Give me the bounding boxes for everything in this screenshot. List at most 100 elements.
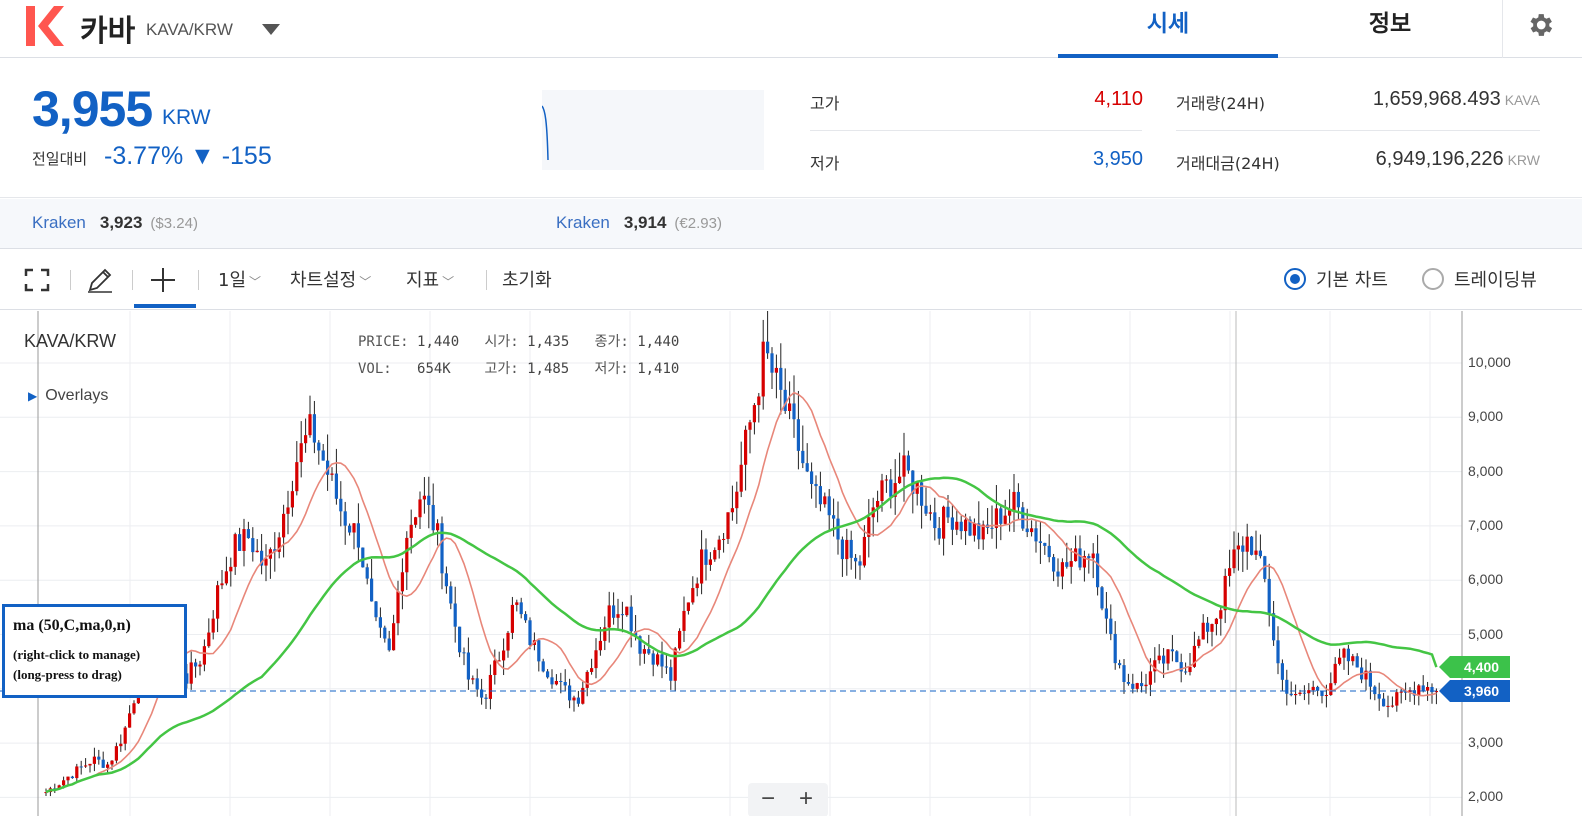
candle-body	[1003, 515, 1007, 524]
price-chart[interactable]: KAVA/KRW ▶ Overlays PRICE: 1,440 시가: 1,43…	[0, 311, 1582, 816]
chart-settings-menu[interactable]: 차트설정 ﹀	[290, 266, 371, 292]
candle-body	[1118, 663, 1122, 666]
indicators-menu[interactable]: 지표 ﹀	[406, 266, 454, 292]
divider	[1176, 130, 1540, 131]
candle-body	[1113, 633, 1117, 664]
candle-body	[295, 462, 299, 492]
candle-body	[1342, 648, 1346, 658]
price-summary: 3,955 KRW 전일대비 -3.77% ▼ -155 고가 4,110 저가…	[0, 58, 1582, 198]
candle-body	[1091, 553, 1095, 559]
tradingview-label[interactable]: 트레이딩뷰	[1454, 266, 1537, 292]
candle-body	[761, 341, 765, 397]
candle-body	[1012, 491, 1016, 511]
candle-body	[1188, 666, 1192, 673]
candle-body	[1052, 557, 1056, 572]
candle-body	[1421, 685, 1425, 691]
candle-body	[590, 668, 594, 672]
candle-body	[1148, 671, 1152, 685]
ma-help: (right-click to manage) (long-press to d…	[13, 645, 176, 685]
candle-body	[1289, 693, 1293, 696]
settings-button[interactable]	[1502, 0, 1582, 58]
candle-body	[612, 605, 616, 618]
interval-select[interactable]: 1일 ﹀	[218, 266, 261, 292]
candle-body	[238, 534, 242, 551]
candle-body	[796, 419, 800, 451]
candle-body	[1307, 690, 1311, 694]
crosshair-icon[interactable]	[150, 267, 176, 293]
fullscreen-icon[interactable]	[24, 268, 50, 292]
candle-body	[1100, 587, 1104, 609]
last-tag-value: 3,960	[1464, 683, 1500, 699]
candle-body	[827, 496, 831, 516]
candle-body	[774, 367, 778, 373]
candle-body	[594, 650, 598, 669]
candle-body	[898, 476, 902, 484]
candle-body	[1025, 528, 1029, 533]
caret-right-icon: ▶	[28, 389, 38, 403]
candle-body	[370, 578, 374, 602]
candle-body	[1175, 651, 1179, 663]
candle-body	[304, 435, 308, 444]
tradingview-radio[interactable]	[1422, 268, 1444, 290]
candle-body	[519, 602, 523, 615]
ma-indicator-box[interactable]: ma (50,C,ma,0,n) (right-click to manage)…	[2, 604, 187, 698]
candle-body	[735, 491, 739, 509]
ohlc-key: 종가:	[594, 334, 629, 350]
zoom-in-button[interactable]: +	[788, 785, 824, 813]
tab-info[interactable]: 정보	[1280, 0, 1500, 58]
ohlc-key: VOL:	[358, 361, 392, 377]
candle-body	[563, 681, 567, 686]
candle-body	[1184, 671, 1188, 673]
candle-body	[1109, 618, 1113, 634]
candle-body	[440, 523, 444, 574]
candle-body	[946, 506, 950, 518]
chevron-down-icon[interactable]	[262, 24, 280, 35]
candle-body	[678, 630, 682, 649]
exchange-item[interactable]: Kraken 3,914 (€2.93)	[556, 213, 722, 233]
candle-body	[475, 678, 479, 690]
candle-body	[255, 550, 259, 553]
y-axis-tick: 7,000	[1468, 516, 1504, 533]
zoom-control: − +	[748, 783, 828, 816]
candle-body	[317, 442, 321, 451]
candle-body	[673, 648, 677, 681]
candle-body	[1245, 536, 1249, 552]
basic-chart-label[interactable]: 기본 차트	[1316, 266, 1388, 292]
candle-body	[1065, 562, 1069, 567]
ma-price-tag: 4,400	[1439, 656, 1510, 678]
candle-body	[361, 547, 365, 568]
candle-body	[422, 495, 426, 500]
candle-body	[620, 614, 624, 616]
chevron-down-icon: ﹀	[442, 275, 455, 289]
zoom-out-button[interactable]: −	[750, 785, 786, 813]
candle-body	[744, 429, 748, 465]
overlays-label: Overlays	[45, 387, 109, 404]
tab-price[interactable]: 시세	[1058, 0, 1278, 58]
candle-body	[572, 697, 576, 701]
candle-body	[629, 606, 633, 632]
candle-body	[396, 591, 400, 624]
kava-k-logo[interactable]	[24, 4, 64, 48]
candle-body	[286, 507, 290, 514]
pencil-icon[interactable]	[86, 266, 114, 294]
candle-body	[123, 727, 127, 744]
basic-chart-radio[interactable]	[1284, 268, 1306, 290]
candle-body	[224, 571, 228, 584]
candle-body	[198, 664, 202, 667]
candle-body	[387, 638, 391, 651]
candle-body	[1131, 683, 1135, 689]
candle-body	[1016, 491, 1020, 508]
candle-body	[400, 572, 404, 592]
candle-body	[581, 687, 585, 704]
candle-body	[1338, 657, 1342, 664]
candle-body	[845, 539, 849, 560]
exchange-sub: ($3.24)	[150, 215, 198, 232]
overlays-toggle[interactable]: ▶ Overlays	[28, 387, 108, 405]
chart-canvas[interactable]	[0, 311, 1582, 816]
candle-body	[365, 567, 369, 579]
exchange-item[interactable]: Kraken 3,923 ($3.24)	[32, 213, 198, 233]
candle-body	[330, 473, 334, 475]
reset-button[interactable]: 초기화	[502, 266, 552, 292]
candle-body	[704, 549, 708, 565]
candle-body	[233, 534, 237, 567]
